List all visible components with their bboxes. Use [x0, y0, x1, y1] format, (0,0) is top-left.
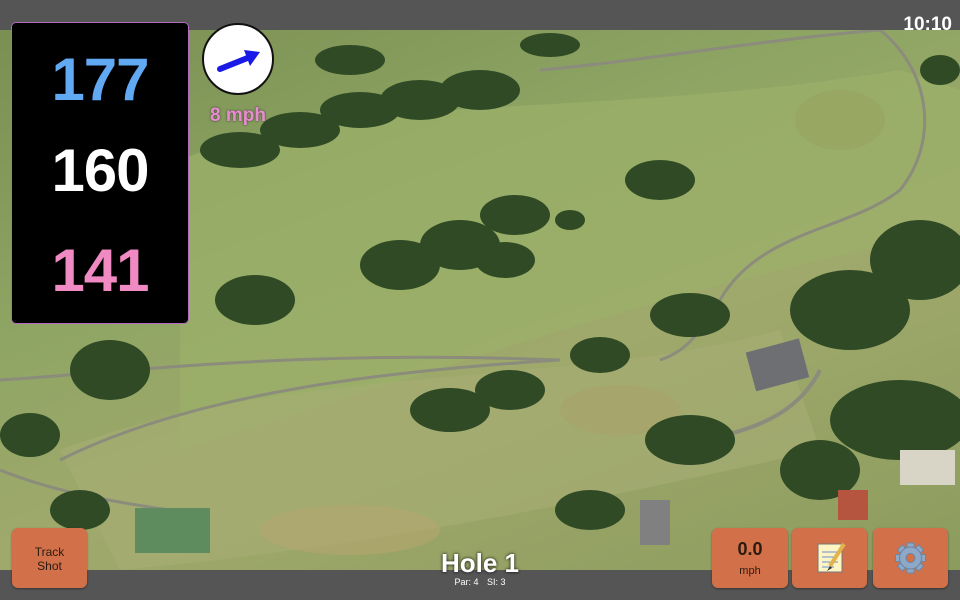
back-yardage: 177 [51, 46, 149, 113]
speed-button[interactable]: 0.0 mph [712, 528, 788, 588]
settings-button[interactable] [873, 528, 948, 588]
front-yardage: 141 [51, 237, 149, 304]
gear-icon [895, 542, 926, 574]
wind-direction-arrow-icon [217, 50, 260, 72]
track-shot-label-line1: Track [34, 545, 65, 559]
wind-speed: 8 mph [210, 105, 266, 126]
yardage-panel: 177 160 141 [11, 22, 189, 324]
track-shot-button[interactable]: Track Shot [12, 528, 87, 588]
wind-indicator[interactable] [202, 23, 274, 95]
clock: 10:10 [903, 14, 952, 35]
hole-title[interactable]: Hole 1 [380, 548, 580, 579]
track-shot-label-line2: Shot [37, 559, 62, 573]
hole-par: Par: 4 [454, 577, 479, 587]
middle-yardage: 160 [51, 137, 149, 204]
hole-info: Par: 4 SI: 3 [380, 577, 580, 587]
speed-unit: mph [739, 565, 761, 577]
hole-stroke-index: SI: 3 [487, 577, 506, 587]
notes-button[interactable] [792, 528, 867, 588]
speed-value: 0.0 [737, 539, 763, 559]
notepad-icon [817, 542, 846, 573]
